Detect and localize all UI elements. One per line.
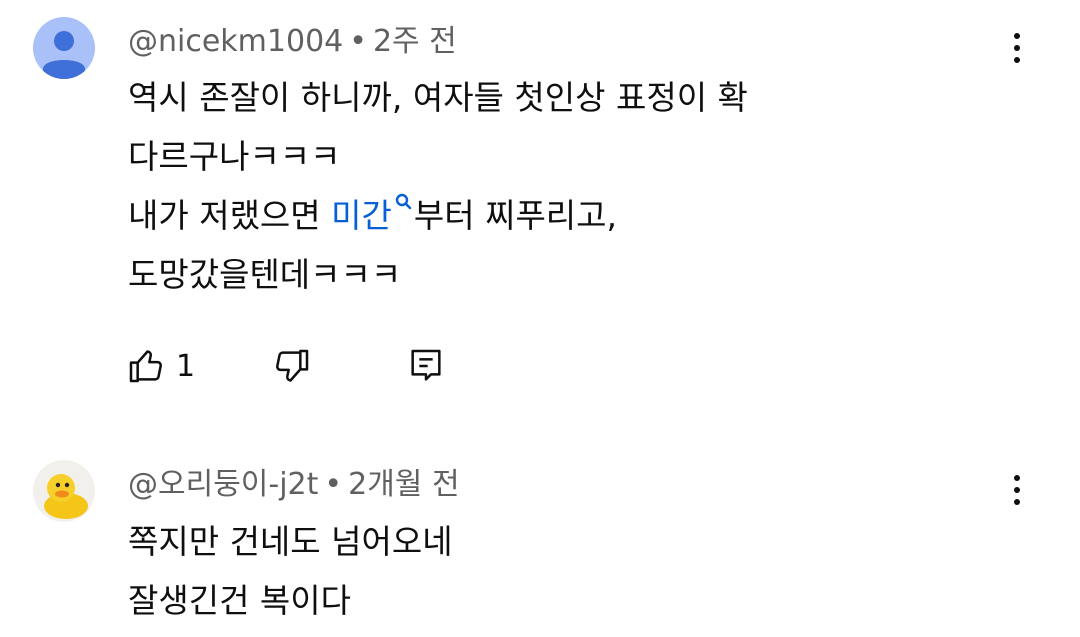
comment-text: 쪽지만 건네도 넘어오네 잘생긴건 복이다: [128, 512, 453, 630]
timestamp[interactable]: 2주 전: [373, 24, 457, 59]
text-segment: 부터 찌푸리고,: [413, 196, 618, 235]
more-options-icon[interactable]: [1000, 24, 1034, 72]
avatar[interactable]: [33, 17, 95, 79]
more-options-icon[interactable]: [1000, 466, 1034, 514]
comment-meta: @오리둥이-j2t • 2개월 전: [128, 465, 460, 505]
comment-line: 쪽지만 건네도 넘어오네: [128, 522, 453, 561]
comment-meta: @nicekm1004 • 2주 전: [128, 22, 457, 62]
like-count: 1: [176, 348, 196, 384]
comment-line: 역시 존잘이 하니까, 여자들 첫인상 표정이 확: [128, 78, 748, 117]
text-segment: 내가 저랬으면: [128, 196, 332, 235]
reply-icon: [411, 349, 441, 381]
comment-line: 잘생긴건 복이다: [128, 581, 352, 620]
person-avatar-icon: [43, 31, 85, 79]
thumb-down-icon: [276, 349, 309, 382]
comment-line: 내가 저랬으면 미간 부터 찌푸리고,: [128, 186, 748, 245]
separator: •: [324, 467, 343, 502]
comment-line: 다르구나ㅋㅋㅋ: [128, 137, 341, 176]
reply-button[interactable]: [406, 342, 446, 390]
like-button[interactable]: 1: [126, 342, 195, 390]
search-link[interactable]: 미간: [331, 193, 414, 235]
author-handle[interactable]: @nicekm1004: [128, 24, 343, 59]
author-handle[interactable]: @오리둥이-j2t: [128, 467, 318, 502]
avatar[interactable]: [33, 460, 95, 522]
search-icon: [395, 193, 412, 210]
comment-text: 역시 존잘이 하니까, 여자들 첫인상 표정이 확 다르구나ㅋㅋㅋ 내가 저랬으…: [128, 68, 748, 304]
search-link-label[interactable]: 미간: [331, 196, 392, 235]
comment-line: 도망갔을텐데ㅋㅋㅋ: [128, 255, 402, 294]
dislike-button[interactable]: [272, 342, 312, 390]
rubber-duck-icon: [44, 474, 88, 519]
separator: •: [349, 24, 367, 59]
thumb-up-icon: [129, 350, 162, 383]
timestamp[interactable]: 2개월 전: [348, 467, 459, 502]
